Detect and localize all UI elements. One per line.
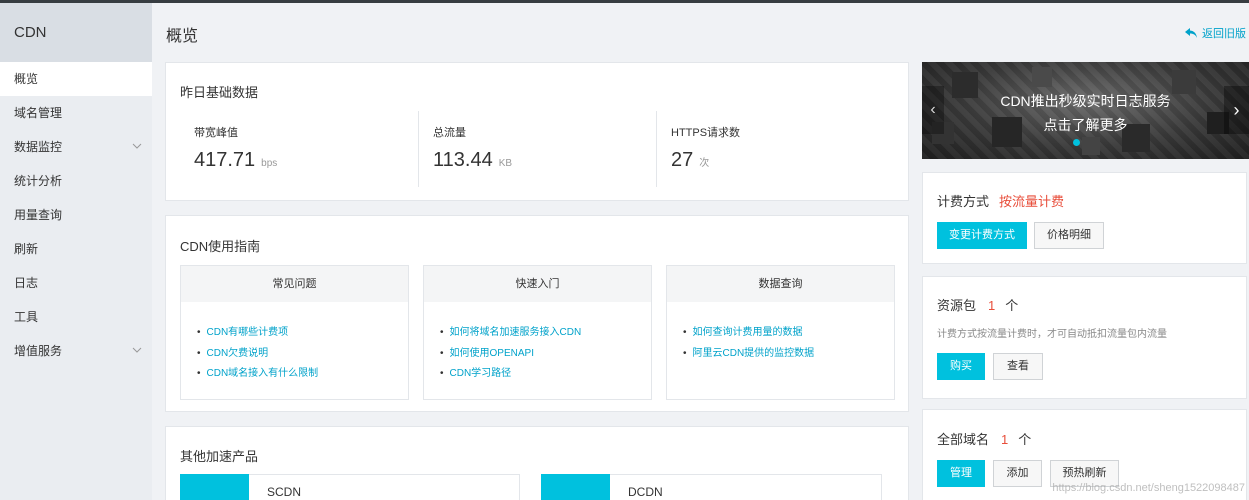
- sidebar-title: CDN: [0, 3, 152, 62]
- stat-https-requests: HTTPS请求数 27 次: [656, 111, 894, 187]
- sidebar: CDN 概览域名管理数据监控统计分析用量查询刷新日志工具增值服务: [0, 3, 152, 500]
- billing-card: 计费方式 按流量计费 变更计费方式 价格明细: [922, 172, 1247, 264]
- guide-link[interactable]: CDN学习路径: [440, 364, 651, 385]
- resource-pack-title: 资源包: [937, 298, 977, 313]
- stat-value: 113.44 KB: [433, 149, 512, 172]
- product-scdn[interactable]: SCDN: [180, 474, 520, 500]
- watermark: https://blog.csdn.net/sheng1522098487: [1052, 482, 1245, 494]
- guide-link[interactable]: CDN域名接入有什么限制: [197, 364, 408, 385]
- banner-subline: 点击了解更多: [1043, 117, 1128, 133]
- resource-pack-unit: 个: [1005, 298, 1019, 313]
- basic-data-title: 昨日基础数据: [180, 85, 259, 100]
- guide-link[interactable]: 如何使用OPENAPI: [440, 344, 651, 365]
- sidebar-item-label: 工具: [14, 310, 39, 324]
- guide-box-head: 常见问题: [181, 266, 408, 302]
- domains-title-row: 全部域名 1 个: [937, 429, 1031, 448]
- banner-indicator-dot[interactable]: [1073, 139, 1080, 146]
- sidebar-item-label: 增值服务: [14, 344, 63, 358]
- sidebar-item-label: 数据监控: [14, 140, 63, 154]
- sidebar-item-label: 用量查询: [14, 208, 63, 222]
- stat-unit: bps: [261, 158, 278, 169]
- sidebar-item-label: 概览: [14, 72, 39, 86]
- domains-title: 全部域名: [937, 432, 990, 447]
- chevron-down-icon: [132, 347, 142, 353]
- resource-pack-count: 1: [988, 298, 996, 313]
- sidebar-item-label: 刷新: [14, 242, 39, 256]
- sidebar-item[interactable]: 用量查询: [0, 198, 152, 232]
- promo-banner[interactable]: ‹ CDN推出秒级实时日志服务 点击了解更多 ›: [922, 62, 1249, 159]
- cdn-guide-card: CDN使用指南 常见问题 CDN有哪些计费项 CDN欠费说明 CDN域名接入有什…: [165, 215, 909, 412]
- stat-label: 带宽峰值: [194, 127, 238, 139]
- product-name: DCDN: [628, 485, 663, 499]
- stat-total-traffic: 总流量 113.44 KB: [418, 111, 656, 187]
- manage-button[interactable]: 管理: [937, 460, 985, 487]
- product-logo-block: [180, 474, 249, 500]
- guide-link[interactable]: 如何查询计费用量的数据: [683, 323, 894, 344]
- stat-label: 总流量: [433, 127, 466, 139]
- domains-unit: 个: [1018, 432, 1032, 447]
- sidebar-item-label: 统计分析: [14, 174, 63, 188]
- stat-value: 417.71 bps: [194, 149, 277, 172]
- other-products-title: 其他加速产品: [180, 449, 259, 464]
- basic-data-card: 昨日基础数据 带宽峰值 417.71 bps 总流量 113.44 KB HTTPS…: [165, 62, 909, 201]
- sidebar-item[interactable]: 刷新: [0, 232, 152, 266]
- guide-title: CDN使用指南: [180, 239, 261, 254]
- view-button[interactable]: 查看: [993, 353, 1043, 380]
- guide-link-list: CDN有哪些计费项 CDN欠费说明 CDN域名接入有什么限制: [181, 302, 408, 385]
- resource-pack-card: 资源包 1 个 计费方式按流量计费时，才可自动抵扣流量包内流量 购买 查看: [922, 276, 1247, 399]
- guide-link-list: 如何将域名加速服务接入CDN 如何使用OPENAPI CDN学习路径: [424, 302, 651, 385]
- stat-number: 27: [671, 149, 694, 171]
- back-link-label: 返回旧版: [1202, 28, 1246, 40]
- guide-box-head: 数据查询: [667, 266, 894, 302]
- price-detail-button[interactable]: 价格明细: [1034, 222, 1104, 249]
- buy-button[interactable]: 购买: [937, 353, 985, 380]
- product-name: SCDN: [267, 485, 302, 499]
- billing-title: 计费方式: [937, 194, 990, 209]
- stat-number: 113.44: [433, 149, 493, 171]
- sidebar-item[interactable]: 概览: [0, 62, 152, 96]
- resource-pack-title-row: 资源包 1 个: [937, 295, 1018, 314]
- sidebar-item-label: 日志: [14, 276, 39, 290]
- billing-title-row: 计费方式 按流量计费: [937, 191, 1064, 210]
- stat-label: HTTPS请求数: [671, 127, 741, 139]
- sidebar-item[interactable]: 统计分析: [0, 164, 152, 198]
- back-arrow-icon: [1185, 28, 1197, 38]
- product-logo-block: [541, 474, 610, 500]
- guide-link[interactable]: 如何将域名加速服务接入CDN: [440, 323, 651, 344]
- guide-link[interactable]: 阿里云CDN提供的监控数据: [683, 344, 894, 365]
- banner-headline: CDN推出秒级实时日志服务: [1000, 93, 1171, 109]
- sidebar-item[interactable]: 域名管理: [0, 96, 152, 130]
- guide-link[interactable]: CDN有哪些计费项: [197, 323, 408, 344]
- billing-mode: 按流量计费: [999, 194, 1065, 209]
- chevron-down-icon: [132, 143, 142, 149]
- sidebar-item[interactable]: 数据监控: [0, 130, 152, 164]
- sidebar-item[interactable]: 增值服务: [0, 334, 152, 368]
- back-to-old-version-link[interactable]: 返回旧版: [1184, 25, 1246, 41]
- other-products-card: 其他加速产品 SCDN DCDN: [165, 426, 909, 500]
- sidebar-item-label: 域名管理: [14, 106, 63, 120]
- sidebar-menu: 概览域名管理数据监控统计分析用量查询刷新日志工具增值服务: [0, 62, 152, 368]
- guide-box-data-query: 数据查询 如何查询计费用量的数据 阿里云CDN提供的监控数据: [666, 265, 895, 400]
- page-title: 概览: [166, 28, 199, 45]
- add-domain-button[interactable]: 添加: [993, 460, 1042, 487]
- main-content: 概览 返回旧版 昨日基础数据 带宽峰值 417.71 bps 总流量 113.44…: [152, 3, 1249, 500]
- stat-unit: 次: [699, 158, 710, 169]
- guide-box-quickstart: 快速入门 如何将域名加速服务接入CDN 如何使用OPENAPI CDN学习路径: [423, 265, 652, 400]
- change-billing-button[interactable]: 变更计费方式: [937, 222, 1027, 249]
- sidebar-item[interactable]: 工具: [0, 300, 152, 334]
- stat-bandwidth-peak: 带宽峰值 417.71 bps: [180, 111, 418, 187]
- domains-count: 1: [1001, 432, 1009, 447]
- product-dcdn[interactable]: DCDN: [541, 474, 882, 500]
- guide-box-head: 快速入门: [424, 266, 651, 302]
- stat-number: 417.71: [194, 149, 256, 171]
- guide-link-list: 如何查询计费用量的数据 阿里云CDN提供的监控数据: [667, 302, 894, 364]
- stat-value: 27 次: [671, 149, 709, 172]
- resource-pack-desc: 计费方式按流量计费时，才可自动抵扣流量包内流量: [937, 329, 1167, 340]
- guide-box-faq: 常见问题 CDN有哪些计费项 CDN欠费说明 CDN域名接入有什么限制: [180, 265, 409, 400]
- stat-unit: KB: [498, 158, 513, 169]
- banner-next-button[interactable]: ›: [1224, 86, 1249, 134]
- sidebar-item[interactable]: 日志: [0, 266, 152, 300]
- guide-link[interactable]: CDN欠费说明: [197, 344, 408, 365]
